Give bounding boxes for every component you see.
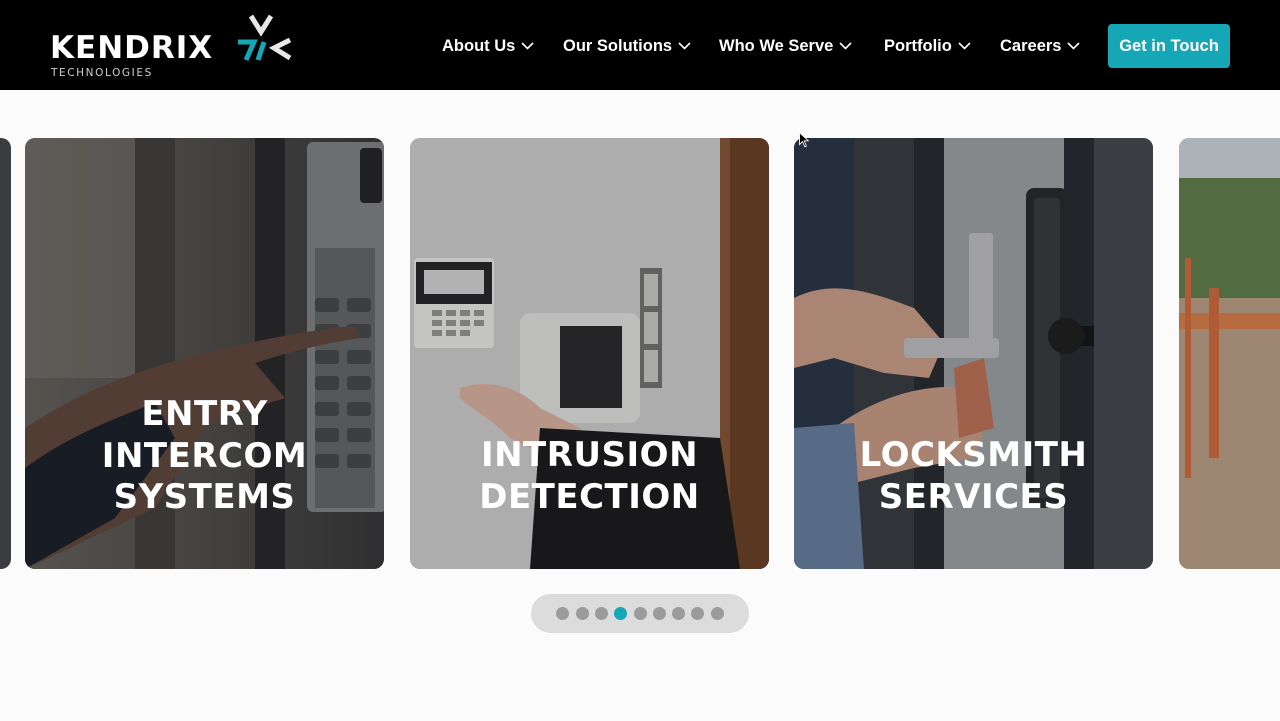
card-title: LOCKSMITH SERVICES: [859, 435, 1088, 517]
mouse-pointer-icon: [799, 132, 809, 148]
pagination-dot[interactable]: [594, 607, 608, 620]
nav-our-solutions-label: Our Solutions: [563, 36, 673, 55]
nav-portfolio-label: Portfolio: [884, 36, 952, 55]
chevron-down-icon: [1067, 42, 1081, 50]
carousel-pagination: [531, 594, 749, 633]
carousel-card-entry-intercom[interactable]: ENTRY INTERCOM SYSTEMS: [25, 138, 384, 569]
carousel-card-locksmith-services[interactable]: LOCKSMITH SERVICES: [794, 138, 1153, 569]
card-title: ENTRY INTERCOM SYSTEMS: [101, 394, 308, 517]
logo-wordmark: KENDRIX: [50, 30, 214, 66]
site-header: KENDRIX TECHNOLOGIES About Us Our Soluti…: [0, 0, 1280, 90]
pagination-dot[interactable]: [633, 607, 647, 620]
carousel-card-intrusion-detection[interactable]: INTRUSION DETECTION: [410, 138, 769, 569]
logo-tagline: TECHNOLOGIES: [51, 67, 153, 79]
chevron-down-icon: [521, 42, 534, 50]
carousel-card-next[interactable]: [1179, 138, 1280, 569]
nav-careers-label: Careers: [1000, 36, 1062, 55]
nav-who-we-serve-label: Who We Serve: [719, 36, 834, 55]
nav-who-we-serve[interactable]: Who We Serve: [719, 35, 852, 57]
chevron-down-icon: [958, 42, 971, 50]
chevron-down-icon: [839, 42, 852, 50]
nav-careers[interactable]: Careers: [1000, 35, 1081, 57]
nav-portfolio[interactable]: Portfolio: [884, 35, 971, 57]
carousel-card-prev[interactable]: [0, 138, 11, 569]
card-photo: [0, 138, 11, 569]
nav-about-us-label: About Us: [442, 36, 516, 55]
nav-our-solutions[interactable]: Our Solutions: [563, 35, 691, 57]
nav-about-us[interactable]: About Us: [442, 35, 534, 57]
pagination-dot-active[interactable]: [614, 607, 628, 620]
chevron-down-icon: [678, 42, 691, 50]
pagination-dot[interactable]: [556, 607, 570, 620]
pagination-dot[interactable]: [672, 607, 686, 620]
pagination-dot[interactable]: [652, 607, 666, 620]
pagination-dot[interactable]: [575, 607, 589, 620]
parking-gate-photo: [1179, 138, 1280, 569]
kendrix-logo[interactable]: KENDRIX TECHNOLOGIES: [50, 14, 300, 82]
get-in-touch-button[interactable]: Get in Touch: [1108, 24, 1230, 68]
solutions-carousel: ENTRY INTERCOM SYSTEMS INTRUSION DETECTI…: [0, 90, 1280, 650]
card-title: INTRUSION DETECTION: [479, 435, 700, 517]
logo-mark-icon: [238, 14, 292, 62]
pagination-dot[interactable]: [691, 607, 705, 620]
pagination-dot[interactable]: [710, 607, 724, 620]
